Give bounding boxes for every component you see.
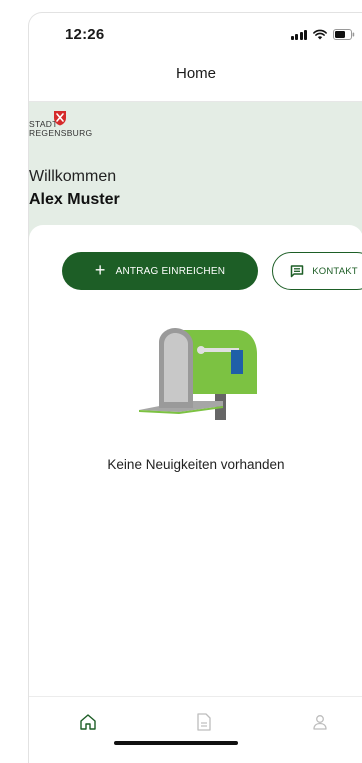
contact-button[interactable]: KONTAKT [272,252,362,290]
coat-of-arms-icon [54,111,66,126]
plus-icon: + [94,260,106,280]
tab-home[interactable] [77,711,99,733]
status-bar: 12:26 [29,13,362,57]
user-name: Alex Muster [29,191,120,208]
wifi-icon [313,29,327,40]
signal-icon [290,29,307,40]
chat-icon [290,264,304,277]
document-icon [197,713,211,731]
submit-application-button[interactable]: + ANTRAG EINREICHEN [62,252,258,290]
page-title: Home [175,65,216,82]
empty-state-message: Keine Neuigkeiten vorhanden [107,457,285,472]
logo-line-2: REGENSBURG [29,128,93,138]
status-icons [290,29,356,40]
home-indicator[interactable] [114,741,238,745]
profile-icon [313,715,327,730]
main-content: + ANTRAG EINREICHEN KONTAKT Keine Neuigk… [29,225,362,695]
home-icon [80,714,96,730]
mailbox-illustration [139,328,257,420]
welcome-label: Willkommen [29,168,117,185]
tab-bar [29,696,362,747]
tab-documents[interactable] [193,711,215,733]
submit-application-label: ANTRAG EINREICHEN [115,265,226,277]
battery-icon [333,29,355,40]
tab-profile[interactable] [309,711,331,733]
contact-label: KONTAKT [312,265,358,277]
app-screen: 12:26 Home STADT REGENSBURG Willkommen A… [28,12,362,763]
status-time: 12:26 [65,26,105,43]
